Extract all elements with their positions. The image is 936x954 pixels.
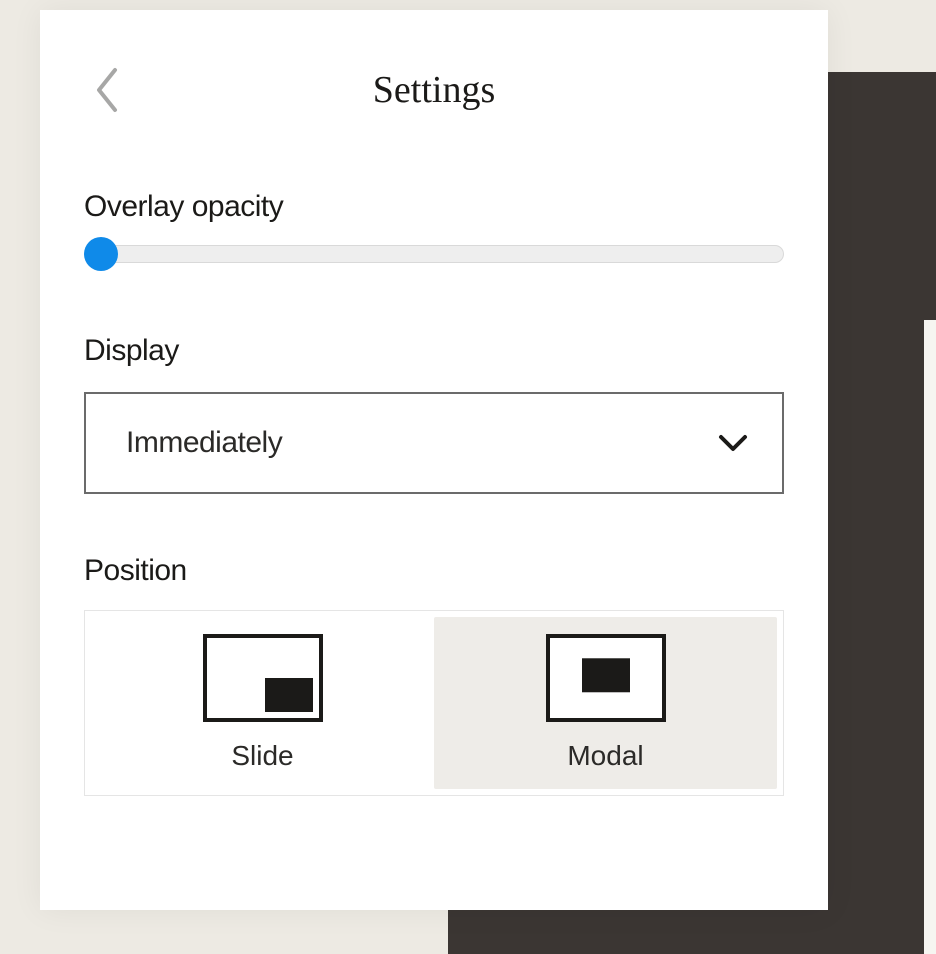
slider-thumb[interactable]	[84, 237, 118, 271]
position-option-slide[interactable]: Slide	[91, 617, 434, 789]
display-section: Display Immediately	[84, 334, 784, 494]
panel-header: Settings	[84, 50, 784, 130]
chevron-down-icon	[718, 434, 748, 452]
display-select[interactable]: Immediately	[84, 392, 784, 494]
position-option-modal-label: Modal	[567, 740, 643, 772]
panel-title: Settings	[373, 68, 495, 112]
position-option-modal[interactable]: Modal	[434, 617, 777, 789]
overlay-opacity-label: Overlay opacity	[84, 190, 784, 224]
display-label: Display	[84, 334, 784, 368]
position-label: Position	[84, 554, 784, 588]
chevron-left-icon	[93, 66, 123, 114]
settings-panel: Settings Overlay opacity Display Immedia…	[40, 10, 828, 910]
position-toggle-group: Slide Modal	[84, 610, 784, 796]
background-side-strip	[924, 320, 936, 954]
slide-position-icon	[203, 634, 323, 722]
modal-position-icon	[546, 634, 666, 722]
position-option-slide-label: Slide	[231, 740, 293, 772]
back-button[interactable]	[84, 66, 132, 114]
overlay-opacity-slider[interactable]	[84, 234, 784, 274]
overlay-opacity-section: Overlay opacity	[84, 190, 784, 274]
display-select-value: Immediately	[126, 426, 282, 460]
slider-track	[84, 245, 784, 263]
position-section: Position Slide Modal	[84, 554, 784, 796]
